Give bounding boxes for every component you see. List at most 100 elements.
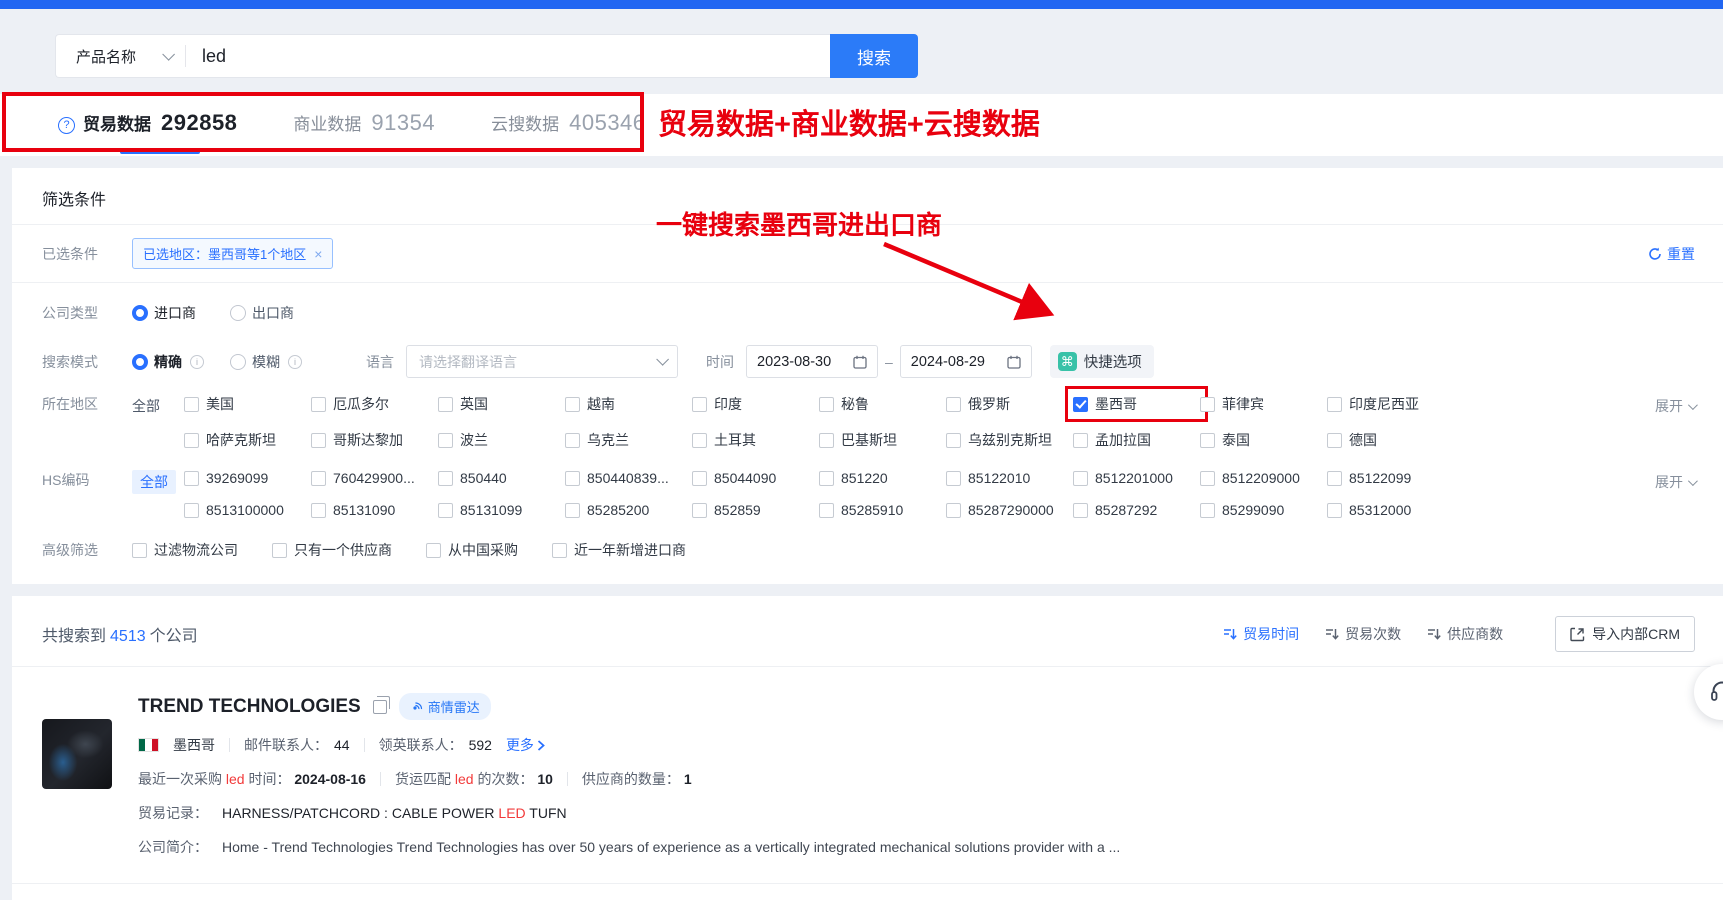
hs-code-checkbox[interactable]: 852859	[692, 502, 819, 518]
region-checkbox[interactable]: 波兰	[438, 430, 565, 450]
sort-option-label: 贸易时间	[1243, 624, 1299, 644]
region-checkbox[interactable]: 哈萨克斯坦	[184, 430, 311, 450]
hs-code-checkbox[interactable]: 8512209000	[1200, 470, 1327, 486]
sort-option[interactable]: 贸易时间	[1223, 624, 1299, 644]
checkbox-label: 85285200	[587, 502, 649, 518]
region-expand-link[interactable]: 展开	[1655, 394, 1695, 416]
checkbox-label: 英国	[460, 394, 488, 414]
region-checkbox[interactable]: 德国	[1327, 430, 1454, 450]
data-source-tabs: ? 贸易数据 292858 商业数据 91354 云搜数据 405346	[0, 94, 1723, 156]
search-input[interactable]	[186, 46, 830, 67]
quick-options-button[interactable]: ⌘ 快捷选项	[1050, 345, 1154, 378]
checkbox-label: 8512201000	[1095, 470, 1173, 486]
close-icon[interactable]: ×	[314, 247, 322, 261]
language-select-placeholder: 请选择翻译语言	[419, 352, 656, 372]
selected-region-tag[interactable]: 已选地区：墨西哥等1个地区 ×	[132, 238, 333, 269]
company-name[interactable]: TREND TECHNOLOGIES	[138, 696, 361, 718]
region-checkbox[interactable]: 秘鲁	[819, 394, 946, 414]
region-all-link[interactable]: 全部	[132, 394, 184, 418]
headset-icon	[1709, 679, 1723, 705]
hs-code-checkbox[interactable]: 85122099	[1327, 470, 1454, 486]
region-checkbox[interactable]: 乌兹别克斯坦	[946, 430, 1073, 450]
results-panel: 共搜索到4513个公司 贸易时间	[12, 596, 1723, 900]
search-mode-radio[interactable]: 模糊 i	[230, 352, 302, 372]
chevron-down-icon	[162, 48, 175, 61]
hs-code-checkbox[interactable]: 85131090	[311, 502, 438, 518]
hs-all-link[interactable]: 全部	[132, 470, 176, 494]
checkbox-label: 8513100000	[206, 502, 284, 518]
reset-button[interactable]: 重置	[1648, 244, 1695, 264]
search-button[interactable]: 搜索	[830, 34, 918, 78]
date-from-input[interactable]: 2023-08-30	[746, 345, 878, 378]
hs-code-checkbox[interactable]: 85285200	[565, 502, 692, 518]
region-checkbox[interactable]: 乌克兰	[565, 430, 692, 450]
radio-icon	[230, 305, 246, 321]
help-icon[interactable]: ?	[58, 117, 75, 134]
business-radar-badge[interactable]: 商情雷达	[399, 693, 491, 720]
company-intro-label: 公司简介：	[138, 837, 208, 857]
hs-code-checkbox[interactable]: 850440	[438, 470, 565, 486]
region-checkbox[interactable]: 俄罗斯	[946, 394, 1073, 414]
company-type-radio[interactable]: 出口商	[230, 303, 294, 323]
hs-code-checkbox[interactable]: 760429900...	[311, 470, 438, 486]
advanced-filter-checkbox[interactable]: 从中国采购	[426, 540, 518, 560]
hs-code-checkbox[interactable]: 85131099	[438, 502, 565, 518]
hs-code-checkbox[interactable]: 85312000	[1327, 502, 1454, 518]
date-to-input[interactable]: 2024-08-29	[900, 345, 1032, 378]
hs-code-checkbox[interactable]: 85044090	[692, 470, 819, 486]
more-link[interactable]: 更多	[506, 735, 545, 755]
hs-code-checkbox[interactable]: 851220	[819, 470, 946, 486]
hs-code-checkbox[interactable]: 85287292	[1073, 502, 1200, 518]
info-icon[interactable]: i	[190, 355, 204, 369]
search-field-select[interactable]: 产品名称	[56, 46, 185, 67]
region-checkbox[interactable]: 泰国	[1200, 430, 1327, 450]
copy-icon[interactable]	[373, 700, 387, 714]
region-checkbox[interactable]: 印度尼西亚	[1327, 394, 1454, 414]
checkbox-label: 俄罗斯	[968, 394, 1010, 414]
region-checkbox[interactable]: 墨西哥	[1073, 394, 1200, 414]
search-mode-radio[interactable]: 精确 i	[132, 352, 204, 372]
advanced-filter-checkbox[interactable]: 只有一个供应商	[272, 540, 392, 560]
data-source-tab[interactable]: 贸易数据 292858	[83, 110, 237, 140]
region-checkbox[interactable]: 哥斯达黎加	[311, 430, 438, 450]
data-source-tab[interactable]: 商业数据 91354	[293, 110, 435, 140]
hs-code-checkbox[interactable]: 85287290000	[946, 502, 1073, 518]
checkbox-icon	[1073, 433, 1088, 448]
region-checkbox[interactable]: 印度	[692, 394, 819, 414]
region-checkbox[interactable]: 孟加拉国	[1073, 430, 1200, 450]
checkbox-label: 越南	[587, 394, 615, 414]
hs-expand-link[interactable]: 展开	[1655, 470, 1695, 492]
info-icon[interactable]: i	[288, 355, 302, 369]
region-checkbox[interactable]: 巴基斯坦	[819, 430, 946, 450]
hs-code-checkbox[interactable]: 85285910	[819, 502, 946, 518]
hs-code-checkbox[interactable]: 39269099	[184, 470, 311, 486]
hs-code-checkbox[interactable]: 8513100000	[184, 502, 311, 518]
hs-code-checkbox[interactable]: 85122010	[946, 470, 1073, 486]
hs-code-checkbox[interactable]: 850440839...	[565, 470, 692, 486]
advanced-filter-checkbox[interactable]: 过滤物流公司	[132, 540, 238, 560]
checkbox-icon	[438, 471, 453, 486]
checkbox-icon	[1200, 503, 1215, 518]
company-details: TREND TECHNOLOGIES 商情雷达 墨西哥 邮件联系人： 44	[138, 693, 1695, 857]
language-select[interactable]: 请选择翻译语言	[406, 345, 678, 378]
company-thumbnail[interactable]	[42, 719, 112, 789]
quick-options-label: 快捷选项	[1084, 351, 1142, 372]
region-checkbox[interactable]: 土耳其	[692, 430, 819, 450]
region-checkbox[interactable]: 美国	[184, 394, 311, 414]
sort-option[interactable]: 供应商数	[1427, 624, 1503, 644]
sort-option[interactable]: 贸易次数	[1325, 624, 1401, 644]
region-checkbox[interactable]: 越南	[565, 394, 692, 414]
region-checkbox[interactable]: 厄瓜多尔	[311, 394, 438, 414]
checkbox-label: 85131090	[333, 502, 395, 518]
checkbox-label: 哥斯达黎加	[333, 430, 403, 450]
hs-code-checkbox[interactable]: 8512201000	[1073, 470, 1200, 486]
advanced-filter-checkbox[interactable]: 近一年新增进口商	[552, 540, 686, 560]
checkbox-icon	[1200, 471, 1215, 486]
region-checkbox[interactable]: 菲律宾	[1200, 394, 1327, 414]
divider	[229, 738, 230, 752]
import-crm-button[interactable]: 导入内部CRM	[1555, 616, 1695, 652]
data-source-tab[interactable]: 云搜数据 405346	[491, 110, 645, 140]
company-type-radio[interactable]: 进口商	[132, 303, 196, 323]
region-checkbox[interactable]: 英国	[438, 394, 565, 414]
hs-code-checkbox[interactable]: 85299090	[1200, 502, 1327, 518]
